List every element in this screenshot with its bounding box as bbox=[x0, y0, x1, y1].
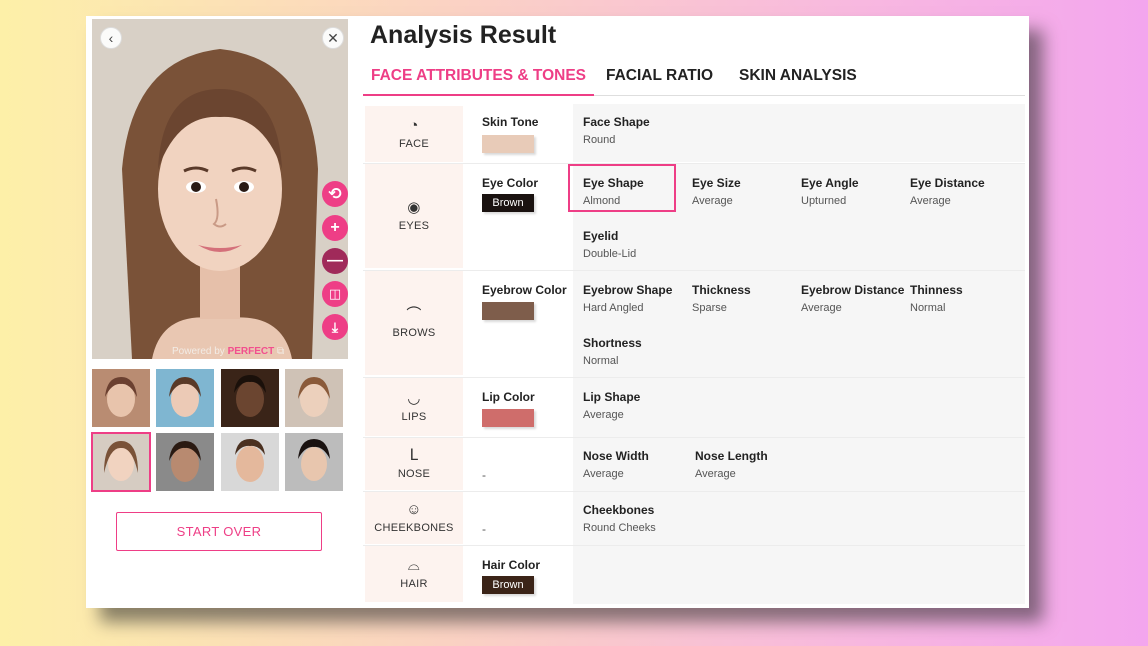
category-brows: ⌒ BROWS bbox=[365, 271, 463, 375]
color-cell: Eye Color Brown bbox=[464, 164, 571, 270]
attributes-cell: Face Shape Round bbox=[573, 104, 1025, 162]
category-nose: ᒪ NOSE bbox=[365, 438, 463, 490]
zoom-in-icon[interactable]: + bbox=[322, 215, 348, 241]
tab-skin-analysis[interactable]: SKIN ANALYSIS bbox=[731, 64, 865, 96]
color-cell: - bbox=[464, 492, 571, 545]
color-cell: Lip Color bbox=[464, 378, 571, 437]
brand-link[interactable]: PERFECT bbox=[228, 346, 275, 357]
row-nose: ᒪ NOSE - Nose Width Average Nose Length … bbox=[363, 438, 1025, 492]
hair-icon: ⌓ bbox=[407, 557, 421, 574]
sample-thumbnail[interactable] bbox=[285, 433, 343, 491]
sample-thumbnail[interactable] bbox=[156, 433, 214, 491]
attributes-cell: Cheekbones Round Cheeks bbox=[573, 492, 1025, 545]
sample-thumbnail[interactable] bbox=[221, 433, 279, 491]
portrait-image bbox=[92, 19, 348, 359]
color-cell: - bbox=[464, 438, 571, 491]
attributes-cell bbox=[573, 546, 1025, 604]
row-face: ◔ FACE Skin Tone Face Shape Round bbox=[363, 104, 1025, 164]
attributes-cell: Lip Shape Average bbox=[573, 378, 1025, 437]
eye-icon: ◉ bbox=[407, 199, 421, 216]
lips-icon: ◡ bbox=[407, 390, 421, 407]
attributes-cell: Eye Shape Almond Eye Size Average Eye An… bbox=[568, 164, 1025, 270]
eyebrow-color-swatch bbox=[482, 302, 534, 320]
sample-thumbnail[interactable] bbox=[221, 369, 279, 427]
color-cell: Hair Color Brown bbox=[464, 546, 571, 604]
tab-face-attributes[interactable]: FACE ATTRIBUTES & TONES bbox=[363, 64, 595, 96]
eyebrow-icon: ⌒ bbox=[406, 306, 422, 323]
lip-color-swatch bbox=[482, 409, 534, 427]
skin-tone-swatch bbox=[482, 135, 534, 153]
row-lips: ◡ LIPS Lip Color Lip Shape Average bbox=[363, 378, 1025, 438]
tab-bar: FACE ATTRIBUTES & TONES FACIAL RATIO SKI… bbox=[363, 64, 1025, 96]
analysis-card: ‹ ✕ ⟲ + — ◫ ⤓ Powered by PERFECT ⧉ START… bbox=[86, 16, 1029, 608]
row-eyes: ◉ EYES Eye Color Brown Eye Shape Almond … bbox=[363, 164, 1025, 271]
row-brows: ⌒ BROWS Eyebrow Color Eyebrow Shape Hard… bbox=[363, 271, 1025, 378]
sample-thumbnail-selected[interactable] bbox=[91, 432, 151, 492]
row-hair: ⌓ HAIR Hair Color Brown bbox=[363, 546, 1025, 604]
color-cell: Skin Tone bbox=[464, 104, 571, 162]
eye-color-swatch: Brown bbox=[482, 194, 534, 212]
close-button[interactable]: ✕ bbox=[322, 27, 344, 49]
sample-thumbnail[interactable] bbox=[92, 369, 150, 427]
category-face: ◔ FACE bbox=[365, 106, 463, 162]
powered-by[interactable]: Powered by PERFECT ⧉ bbox=[172, 346, 284, 357]
row-cheekbones: ☺ CHEEKBONES - Cheekbones Round Cheeks bbox=[363, 492, 1025, 546]
start-over-button[interactable]: START OVER bbox=[116, 512, 322, 551]
hair-color-swatch: Brown bbox=[482, 576, 534, 594]
cheekbones-icon: ☺ bbox=[406, 501, 422, 518]
attributes-cell: Nose Width Average Nose Length Average bbox=[573, 438, 1025, 491]
category-hair: ⌓ HAIR bbox=[365, 546, 463, 602]
nose-icon: ᒪ bbox=[409, 447, 419, 464]
face-icon: ◔ bbox=[409, 117, 419, 134]
zoom-out-icon[interactable]: — bbox=[322, 248, 348, 274]
tab-facial-ratio[interactable]: FACIAL RATIO bbox=[598, 64, 721, 96]
sample-thumbnail[interactable] bbox=[156, 369, 214, 427]
back-button[interactable]: ‹ bbox=[100, 27, 122, 49]
category-cheekbones: ☺ CHEEKBONES bbox=[365, 492, 463, 544]
category-eyes: ◉ EYES bbox=[365, 164, 463, 268]
sample-thumbnail[interactable] bbox=[285, 369, 343, 427]
page-title: Analysis Result bbox=[370, 21, 557, 49]
attributes-cell: Eyebrow Shape Hard Angled Thickness Spar… bbox=[573, 271, 1025, 377]
face-photo: ‹ ✕ ⟲ + — ◫ ⤓ Powered by PERFECT ⧉ bbox=[92, 19, 348, 359]
download-icon[interactable]: ⤓ bbox=[322, 314, 348, 340]
color-cell: Eyebrow Color bbox=[464, 271, 571, 377]
reset-icon[interactable]: ⟲ bbox=[322, 181, 348, 207]
category-lips: ◡ LIPS bbox=[365, 378, 463, 436]
compare-icon[interactable]: ◫ bbox=[322, 281, 348, 307]
